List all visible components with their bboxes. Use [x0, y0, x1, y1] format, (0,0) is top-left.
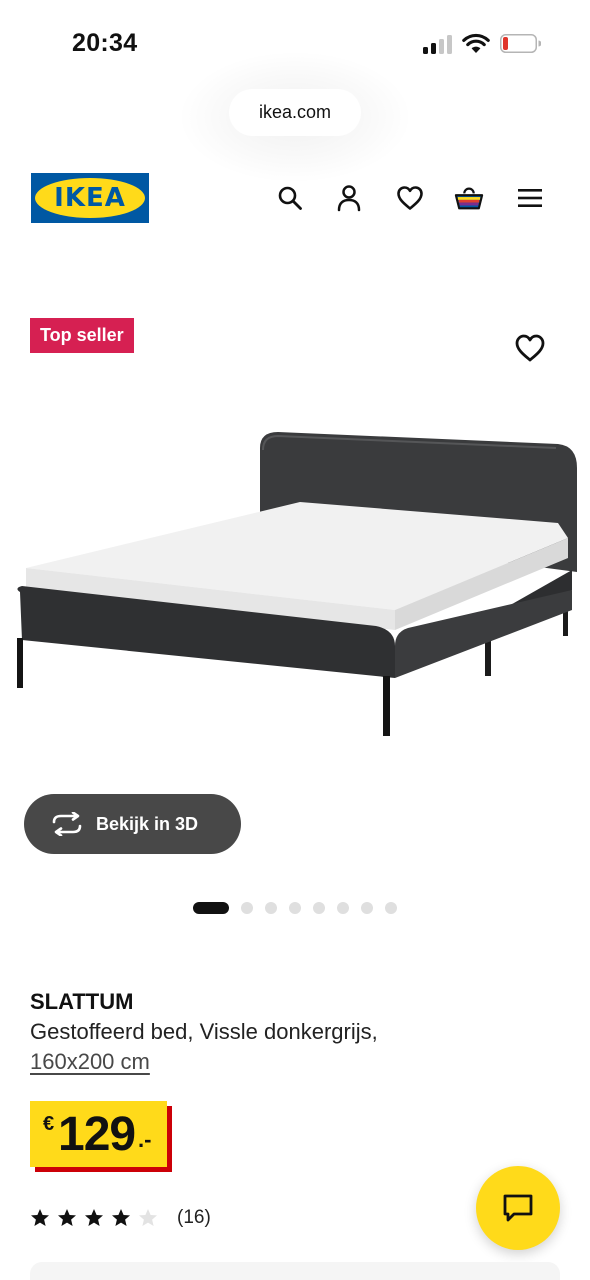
account-icon[interactable]	[334, 183, 364, 213]
add-to-wishlist-icon[interactable]	[514, 333, 546, 363]
carousel-dot[interactable]	[241, 902, 253, 914]
menu-icon[interactable]	[515, 183, 545, 213]
price-integer: 129	[58, 1108, 136, 1161]
star-filled-icon	[112, 1209, 130, 1226]
ikea-logo[interactable]: IKEA	[31, 173, 149, 223]
top-seller-badge: Top seller	[30, 318, 134, 353]
rotate-3d-icon	[52, 812, 82, 836]
status-time: 20:34	[72, 29, 138, 57]
price-currency: €	[43, 1113, 55, 1135]
address-bar-url: ikea.com	[258, 102, 332, 122]
carousel-dot-active[interactable]	[193, 902, 229, 914]
image-carousel-indicator	[193, 902, 409, 914]
carousel-dot[interactable]	[289, 902, 301, 914]
search-icon[interactable]	[275, 183, 305, 213]
wishlist-icon[interactable]	[395, 183, 425, 213]
product-description: Gestoffeerd bed, Vissle donkergrijs,	[30, 1019, 378, 1044]
star-filled-icon	[31, 1209, 49, 1226]
star-filled-icon	[58, 1209, 76, 1226]
product-rating[interactable]: (16)	[30, 1207, 211, 1229]
carousel-dot[interactable]	[361, 902, 373, 914]
star-filled-icon	[85, 1209, 103, 1226]
product-image[interactable]	[10, 420, 585, 800]
battery-icon	[500, 34, 541, 53]
wifi-icon	[462, 33, 490, 53]
address-bar[interactable]: ikea.com	[229, 89, 361, 136]
chat-button[interactable]	[476, 1166, 560, 1250]
carousel-dot[interactable]	[313, 902, 325, 914]
carousel-dot[interactable]	[385, 902, 397, 914]
star-empty-icon	[139, 1209, 157, 1226]
product-name: SLATTUM	[30, 989, 134, 1014]
price-tag: € 129 .-	[30, 1101, 167, 1167]
view-in-3d-button[interactable]: Bekijk in 3D	[24, 794, 241, 854]
carousel-dot[interactable]	[265, 902, 277, 914]
price-decimal: .-	[138, 1127, 152, 1152]
rating-count: (16)	[177, 1207, 211, 1228]
cart-icon[interactable]	[454, 183, 484, 213]
carousel-dot[interactable]	[337, 902, 349, 914]
cellular-signal-icon	[423, 34, 453, 54]
chat-icon	[503, 1194, 533, 1222]
product-size-link[interactable]: 160x200 cm	[30, 1049, 150, 1075]
view-in-3d-label: Bekijk in 3D	[96, 813, 199, 834]
logo-text: IKEA	[54, 183, 126, 213]
next-section-card	[30, 1262, 560, 1280]
